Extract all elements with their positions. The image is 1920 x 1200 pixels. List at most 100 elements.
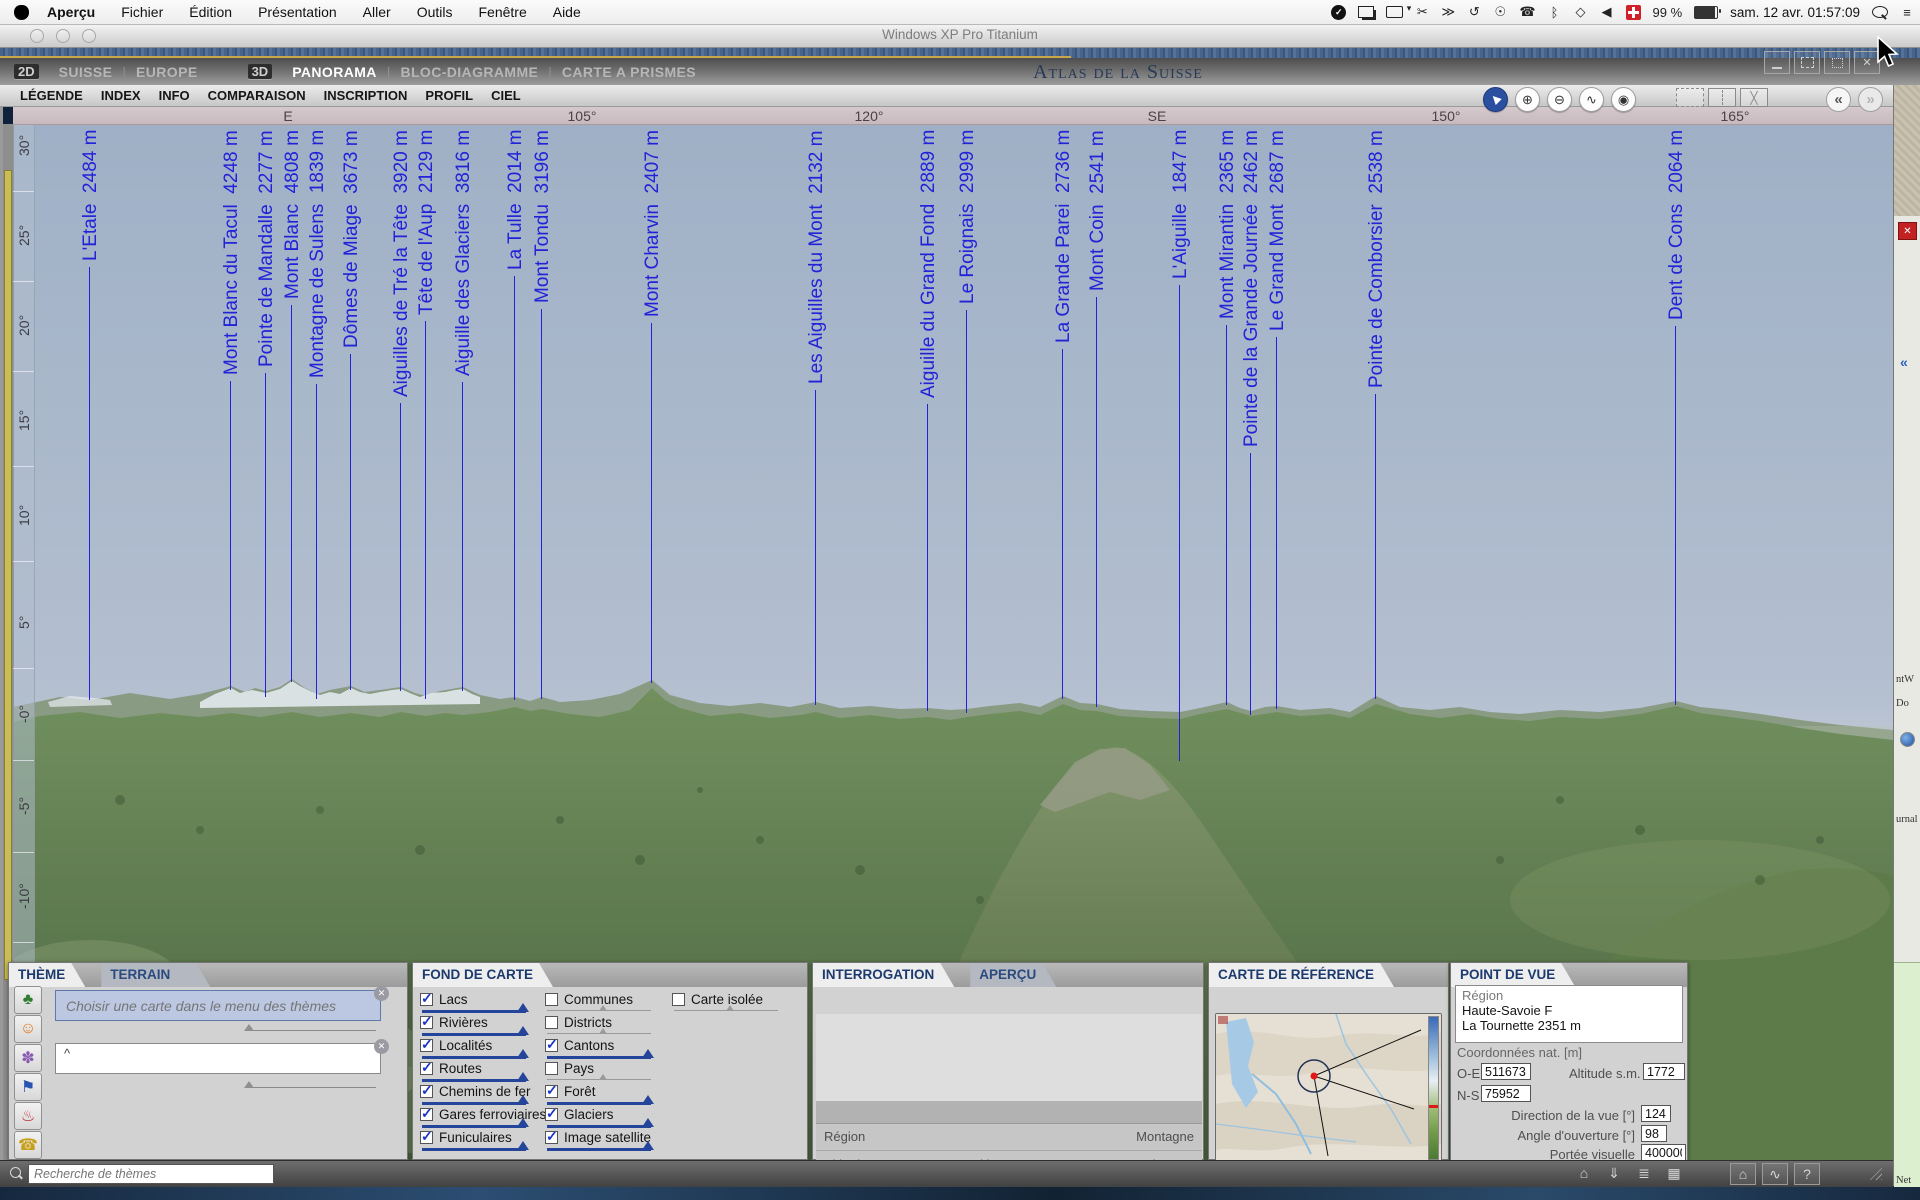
- pan-profile-icon[interactable]: ∿: [1579, 87, 1604, 112]
- checkbox[interactable]: [672, 993, 685, 1006]
- theme-select-box[interactable]: [55, 990, 381, 1021]
- bluetooth-icon[interactable]: ᛒ: [1548, 4, 1562, 20]
- accessibility-icon[interactable]: ☉: [1493, 4, 1507, 20]
- restore-window-button[interactable]: [1794, 51, 1820, 74]
- tab-suisse[interactable]: SUISSE: [59, 64, 113, 80]
- menu-presentation[interactable]: Présentation: [258, 4, 337, 20]
- notification-center-icon[interactable]: ≡: [1900, 4, 1914, 20]
- back-chevrons-button[interactable]: «: [1826, 87, 1851, 112]
- layer-opacity-slider[interactable]: [422, 1033, 526, 1036]
- theme-select-input[interactable]: [56, 997, 368, 1015]
- theme-economy-icon[interactable]: ✽: [14, 1044, 42, 1072]
- checkbox[interactable]: [420, 1131, 433, 1144]
- theme-tourism-icon[interactable]: ☎: [14, 1131, 42, 1159]
- reference-map[interactable]: [1215, 1013, 1442, 1163]
- layer-opacity-slider[interactable]: [547, 1125, 651, 1128]
- menu-inscription[interactable]: INSCRIPTION: [324, 88, 408, 103]
- menu-profil[interactable]: PROFIL: [425, 88, 473, 103]
- tab-theme[interactable]: THÈME: [9, 963, 85, 987]
- input-flag-icon[interactable]: [1626, 5, 1641, 20]
- clear-theme-button[interactable]: ✕: [374, 986, 389, 1001]
- forward-chevrons-button[interactable]: »: [1858, 87, 1883, 112]
- tab-europe[interactable]: EUROPE: [136, 64, 198, 80]
- help-button[interactable]: ?: [1794, 1163, 1820, 1185]
- link-button[interactable]: ∿: [1762, 1163, 1788, 1185]
- menu-outils[interactable]: Outils: [417, 4, 453, 20]
- duplicate-icon[interactable]: [1358, 6, 1374, 18]
- layer-opacity-slider[interactable]: [547, 1079, 651, 1080]
- theme-secondary-box[interactable]: ^: [55, 1043, 381, 1074]
- layer-opacity-slider[interactable]: [547, 1102, 651, 1105]
- display-icon[interactable]: [1386, 6, 1403, 18]
- background-close-icon[interactable]: ✕: [1898, 222, 1917, 240]
- menu-fichier[interactable]: Fichier: [121, 4, 163, 20]
- theme-nature-icon[interactable]: ♣: [14, 986, 42, 1014]
- window-home-button[interactable]: ⌂: [1730, 1163, 1756, 1185]
- print-button[interactable]: ≣: [1632, 1163, 1656, 1183]
- layer-opacity-slider[interactable]: [674, 1010, 778, 1011]
- theme-state-icon[interactable]: ⚑: [14, 1073, 42, 1101]
- maximize-window-button[interactable]: [1824, 51, 1850, 74]
- menu-fenetre[interactable]: Fenêtre: [478, 4, 526, 20]
- checkbox[interactable]: [420, 1062, 433, 1075]
- volume-icon[interactable]: ◀: [1600, 4, 1614, 20]
- menu-info[interactable]: INFO: [159, 88, 190, 103]
- checkbox[interactable]: [420, 1039, 433, 1052]
- layer-opacity-slider[interactable]: [422, 1102, 526, 1105]
- altitude-field[interactable]: [1643, 1063, 1685, 1080]
- split-view-button[interactable]: [1708, 88, 1736, 107]
- checkbox[interactable]: [545, 1062, 558, 1075]
- fast-forward-icon[interactable]: ≫: [1441, 4, 1455, 20]
- theme-search-input[interactable]: [29, 1165, 273, 1183]
- layer-opacity-slider[interactable]: [422, 1056, 526, 1059]
- checkbox[interactable]: [545, 1108, 558, 1121]
- tab-interrogation[interactable]: INTERROGATION: [813, 963, 954, 987]
- direction-field[interactable]: [1641, 1105, 1671, 1122]
- menu-ciel[interactable]: CIEL: [491, 88, 521, 103]
- portee-field[interactable]: [1641, 1144, 1686, 1161]
- single-view-button[interactable]: [1676, 88, 1704, 107]
- apple-menu-icon[interactable]: [14, 5, 29, 20]
- checkbox[interactable]: [545, 1039, 558, 1052]
- home-button[interactable]: ⌂: [1572, 1163, 1596, 1183]
- minimize-window-button[interactable]: [1764, 51, 1790, 74]
- tab-terrain[interactable]: TERRAIN: [101, 963, 210, 987]
- tab-panorama[interactable]: PANORAMA: [292, 64, 377, 80]
- mode-3d-badge[interactable]: 3D: [248, 64, 273, 79]
- spotlight-icon[interactable]: [1872, 6, 1888, 18]
- scissors-icon[interactable]: ✂: [1415, 4, 1429, 20]
- checkbox[interactable]: [420, 993, 433, 1006]
- layer-opacity-slider[interactable]: [422, 1148, 526, 1151]
- zoom-in-icon[interactable]: ⊕: [1515, 87, 1540, 112]
- export-page-button[interactable]: ⇓: [1602, 1163, 1626, 1183]
- tab-fond-de-carte[interactable]: FOND DE CARTE: [413, 963, 553, 987]
- phone-icon[interactable]: ☎: [1519, 4, 1535, 20]
- tab-bloc-diagramme[interactable]: BLOC-DIAGRAMME: [400, 64, 538, 80]
- snapshot-button[interactable]: ▦: [1662, 1163, 1686, 1183]
- zoom-out-icon[interactable]: ⊖: [1547, 87, 1572, 112]
- checkbox[interactable]: [420, 1108, 433, 1121]
- checkbox[interactable]: [545, 1131, 558, 1144]
- checkbox[interactable]: [420, 1085, 433, 1098]
- time-machine-icon[interactable]: ↺: [1467, 4, 1481, 20]
- overlay-view-button[interactable]: ╳: [1740, 88, 1768, 107]
- ns-coordinate-field[interactable]: [1481, 1085, 1531, 1102]
- theme-population-icon[interactable]: ☺: [14, 1015, 42, 1043]
- checkbox[interactable]: [545, 1085, 558, 1098]
- menu-comparaison[interactable]: COMPARAISON: [208, 88, 306, 103]
- tab-point-de-vue[interactable]: POINT DE VUE: [1451, 963, 1575, 987]
- layer-opacity-slider[interactable]: [422, 1079, 526, 1082]
- menu-apercu[interactable]: Aperçu: [47, 4, 95, 20]
- oe-coordinate-field[interactable]: [1481, 1063, 1531, 1080]
- theme-transport-icon[interactable]: ♨: [14, 1102, 42, 1130]
- menu-aller[interactable]: Aller: [363, 4, 391, 20]
- layer-opacity-slider[interactable]: [422, 1010, 526, 1013]
- checkbox[interactable]: [545, 993, 558, 1006]
- tab-carte-a-prismes[interactable]: CARTE A PRISMES: [562, 64, 696, 80]
- secondary-transparency-slider[interactable]: [252, 1087, 376, 1088]
- menu-index[interactable]: INDEX: [101, 88, 141, 103]
- layer-opacity-slider[interactable]: [547, 1010, 651, 1011]
- menu-aide[interactable]: Aide: [553, 4, 581, 20]
- tab-carte-reference[interactable]: CARTE DE RÉFÉRENCE: [1209, 963, 1394, 987]
- layer-opacity-slider[interactable]: [422, 1125, 526, 1128]
